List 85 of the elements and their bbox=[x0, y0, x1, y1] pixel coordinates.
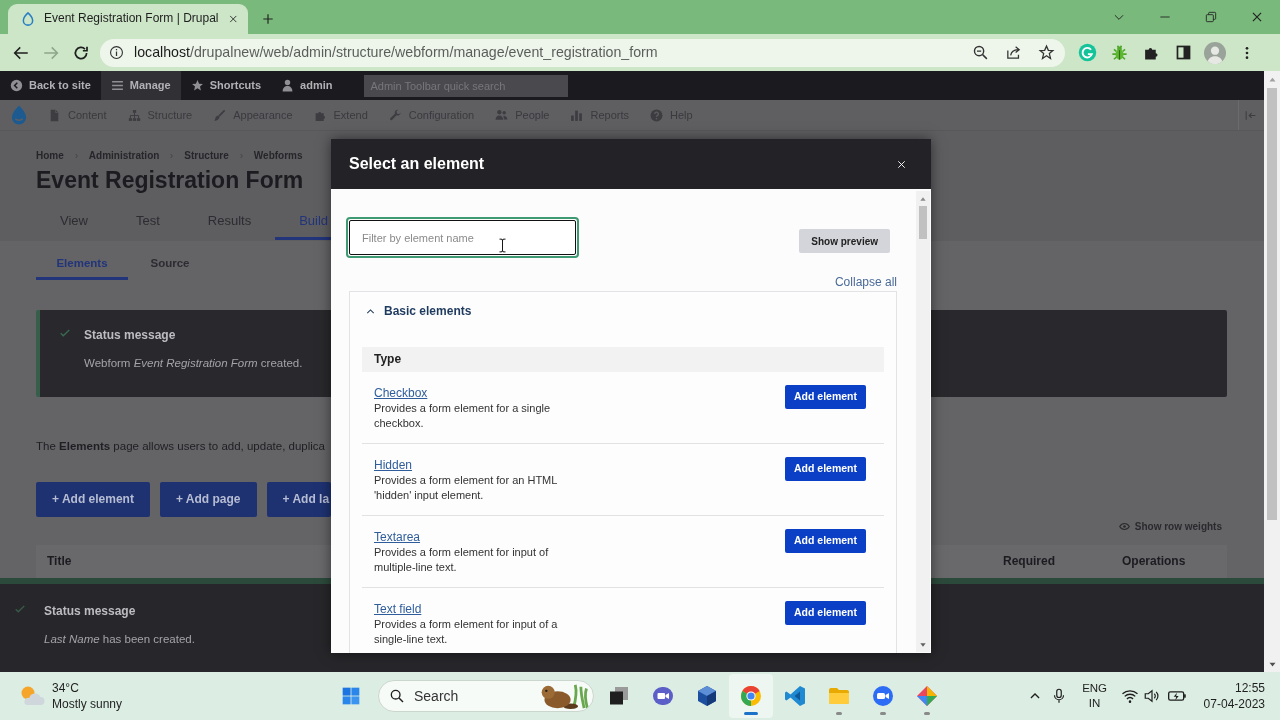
new-tab-icon[interactable] bbox=[261, 12, 275, 26]
check-icon bbox=[14, 603, 26, 615]
help-icon bbox=[650, 108, 663, 122]
search-field[interactable]: Search bbox=[414, 686, 504, 706]
column-header: Title bbox=[47, 553, 72, 570]
scrollbar-thumb[interactable] bbox=[1267, 88, 1277, 520]
text-cursor-icon bbox=[498, 237, 507, 254]
brush-icon bbox=[213, 108, 227, 122]
check-icon bbox=[59, 327, 71, 339]
element-description: Provides a form element for input of multiple-line text. bbox=[374, 545, 550, 575]
diamond-icon bbox=[915, 684, 939, 708]
filter-field[interactable]: Filter by element name bbox=[346, 217, 579, 258]
zoom-out-icon[interactable] bbox=[972, 44, 989, 61]
scroll-down-icon[interactable] bbox=[919, 641, 927, 649]
info-icon bbox=[109, 45, 124, 60]
sitemap-icon bbox=[127, 108, 141, 122]
speaker-icon[interactable] bbox=[1142, 687, 1161, 705]
browser-tab[interactable]: Event Registration Form | Drupal bbox=[8, 4, 248, 34]
language-indicator[interactable]: ENG IN bbox=[1074, 681, 1115, 711]
share-icon[interactable] bbox=[1005, 44, 1022, 61]
browser-icon bbox=[739, 684, 763, 708]
restore-icon[interactable] bbox=[1204, 10, 1218, 24]
star-icon bbox=[190, 79, 204, 92]
element-link[interactable]: Textarea bbox=[374, 530, 421, 545]
weather-text[interactable]: Mostly sunny bbox=[52, 696, 123, 712]
temperature-text[interactable]: 34°C bbox=[52, 680, 79, 696]
toolbar-item[interactable]: Manage bbox=[100, 71, 181, 100]
add-element-button[interactable]: + Add element bbox=[36, 482, 150, 517]
element-link[interactable]: Checkbox bbox=[374, 386, 428, 401]
start-icon[interactable] bbox=[341, 686, 361, 706]
wifi-icon[interactable] bbox=[1120, 687, 1139, 705]
show-preview-button[interactable]: Show preview bbox=[799, 229, 890, 253]
collapse-all-link[interactable]: Collapse all bbox=[834, 275, 897, 290]
scrollbar-thumb[interactable] bbox=[919, 206, 927, 239]
add-element-button[interactable]: Add element bbox=[785, 457, 866, 481]
back-icon bbox=[10, 79, 23, 92]
element-link[interactable]: Text field bbox=[374, 602, 422, 617]
bar-chart-icon bbox=[570, 108, 584, 122]
address-bar[interactable]: localhost/drupalnew/web/admin/structure/webform/manage/event_registration_form bbox=[100, 38, 1065, 67]
add-element-button[interactable]: Add element bbox=[785, 529, 866, 553]
page-title: Event Registration Form bbox=[36, 166, 304, 194]
sidebar-toggle-icon[interactable] bbox=[1244, 108, 1257, 122]
page-description: The Elements page allows users to add, update, duplica bbox=[36, 439, 325, 454]
group-toggle[interactable]: Basic elements bbox=[350, 292, 487, 330]
scroll-down-icon[interactable] bbox=[1267, 660, 1277, 669]
close-icon[interactable] bbox=[896, 158, 907, 170]
clock[interactable]: 12:55 07-04-2023 bbox=[1203, 680, 1265, 712]
column-header: Type bbox=[374, 351, 402, 368]
add-element-button[interactable]: Add element bbox=[785, 385, 866, 409]
user-icon bbox=[281, 79, 295, 92]
close-icon[interactable] bbox=[1250, 10, 1264, 24]
column-header: Operations bbox=[1122, 553, 1187, 570]
element-link[interactable]: Hidden bbox=[374, 458, 413, 473]
task-view-icon bbox=[607, 684, 631, 708]
dialog-title: Select an element bbox=[349, 153, 485, 174]
add-element-button[interactable]: Add element bbox=[785, 601, 866, 625]
bug-icon[interactable] bbox=[1109, 43, 1129, 62]
toolbar-item[interactable]: admin bbox=[271, 71, 343, 100]
element-description: Provides a form element for input of a single-line text. bbox=[374, 617, 559, 647]
people-icon bbox=[495, 108, 509, 122]
add-page-button[interactable]: + Add page bbox=[159, 482, 257, 517]
cube-icon bbox=[695, 684, 719, 708]
search-bar[interactable]: Search bbox=[378, 680, 594, 712]
eye-icon bbox=[1118, 520, 1130, 532]
menu-icon bbox=[110, 79, 124, 92]
element-description: Provides a form element for an HTML 'hidden' input element. bbox=[374, 473, 558, 503]
status-title: Status message bbox=[84, 327, 176, 343]
document-icon bbox=[48, 108, 61, 122]
element-description: Provides a form element for a single checkbox. bbox=[374, 401, 552, 431]
side-panel-icon[interactable] bbox=[1174, 44, 1192, 61]
status-title: Status message bbox=[44, 603, 136, 619]
action-button[interactable]: + Add la bbox=[266, 482, 332, 517]
toolbar-item[interactable]: Shortcuts bbox=[180, 71, 272, 100]
scroll-up-icon[interactable] bbox=[919, 195, 927, 203]
status-text: Last Name has been created. bbox=[44, 632, 195, 647]
status-text: Webform Event Registration Form created. bbox=[84, 356, 303, 371]
star-icon[interactable] bbox=[1038, 44, 1055, 61]
code-editor-icon bbox=[783, 684, 807, 708]
drop-logo-icon bbox=[21, 11, 35, 27]
video-chat-icon bbox=[651, 684, 675, 708]
toolbar-item[interactable]: Back to site bbox=[0, 71, 101, 100]
search-icon bbox=[389, 688, 405, 704]
wrench-icon bbox=[388, 108, 402, 122]
column-header: Required bbox=[1003, 553, 1056, 570]
video-camera-icon bbox=[871, 684, 895, 708]
